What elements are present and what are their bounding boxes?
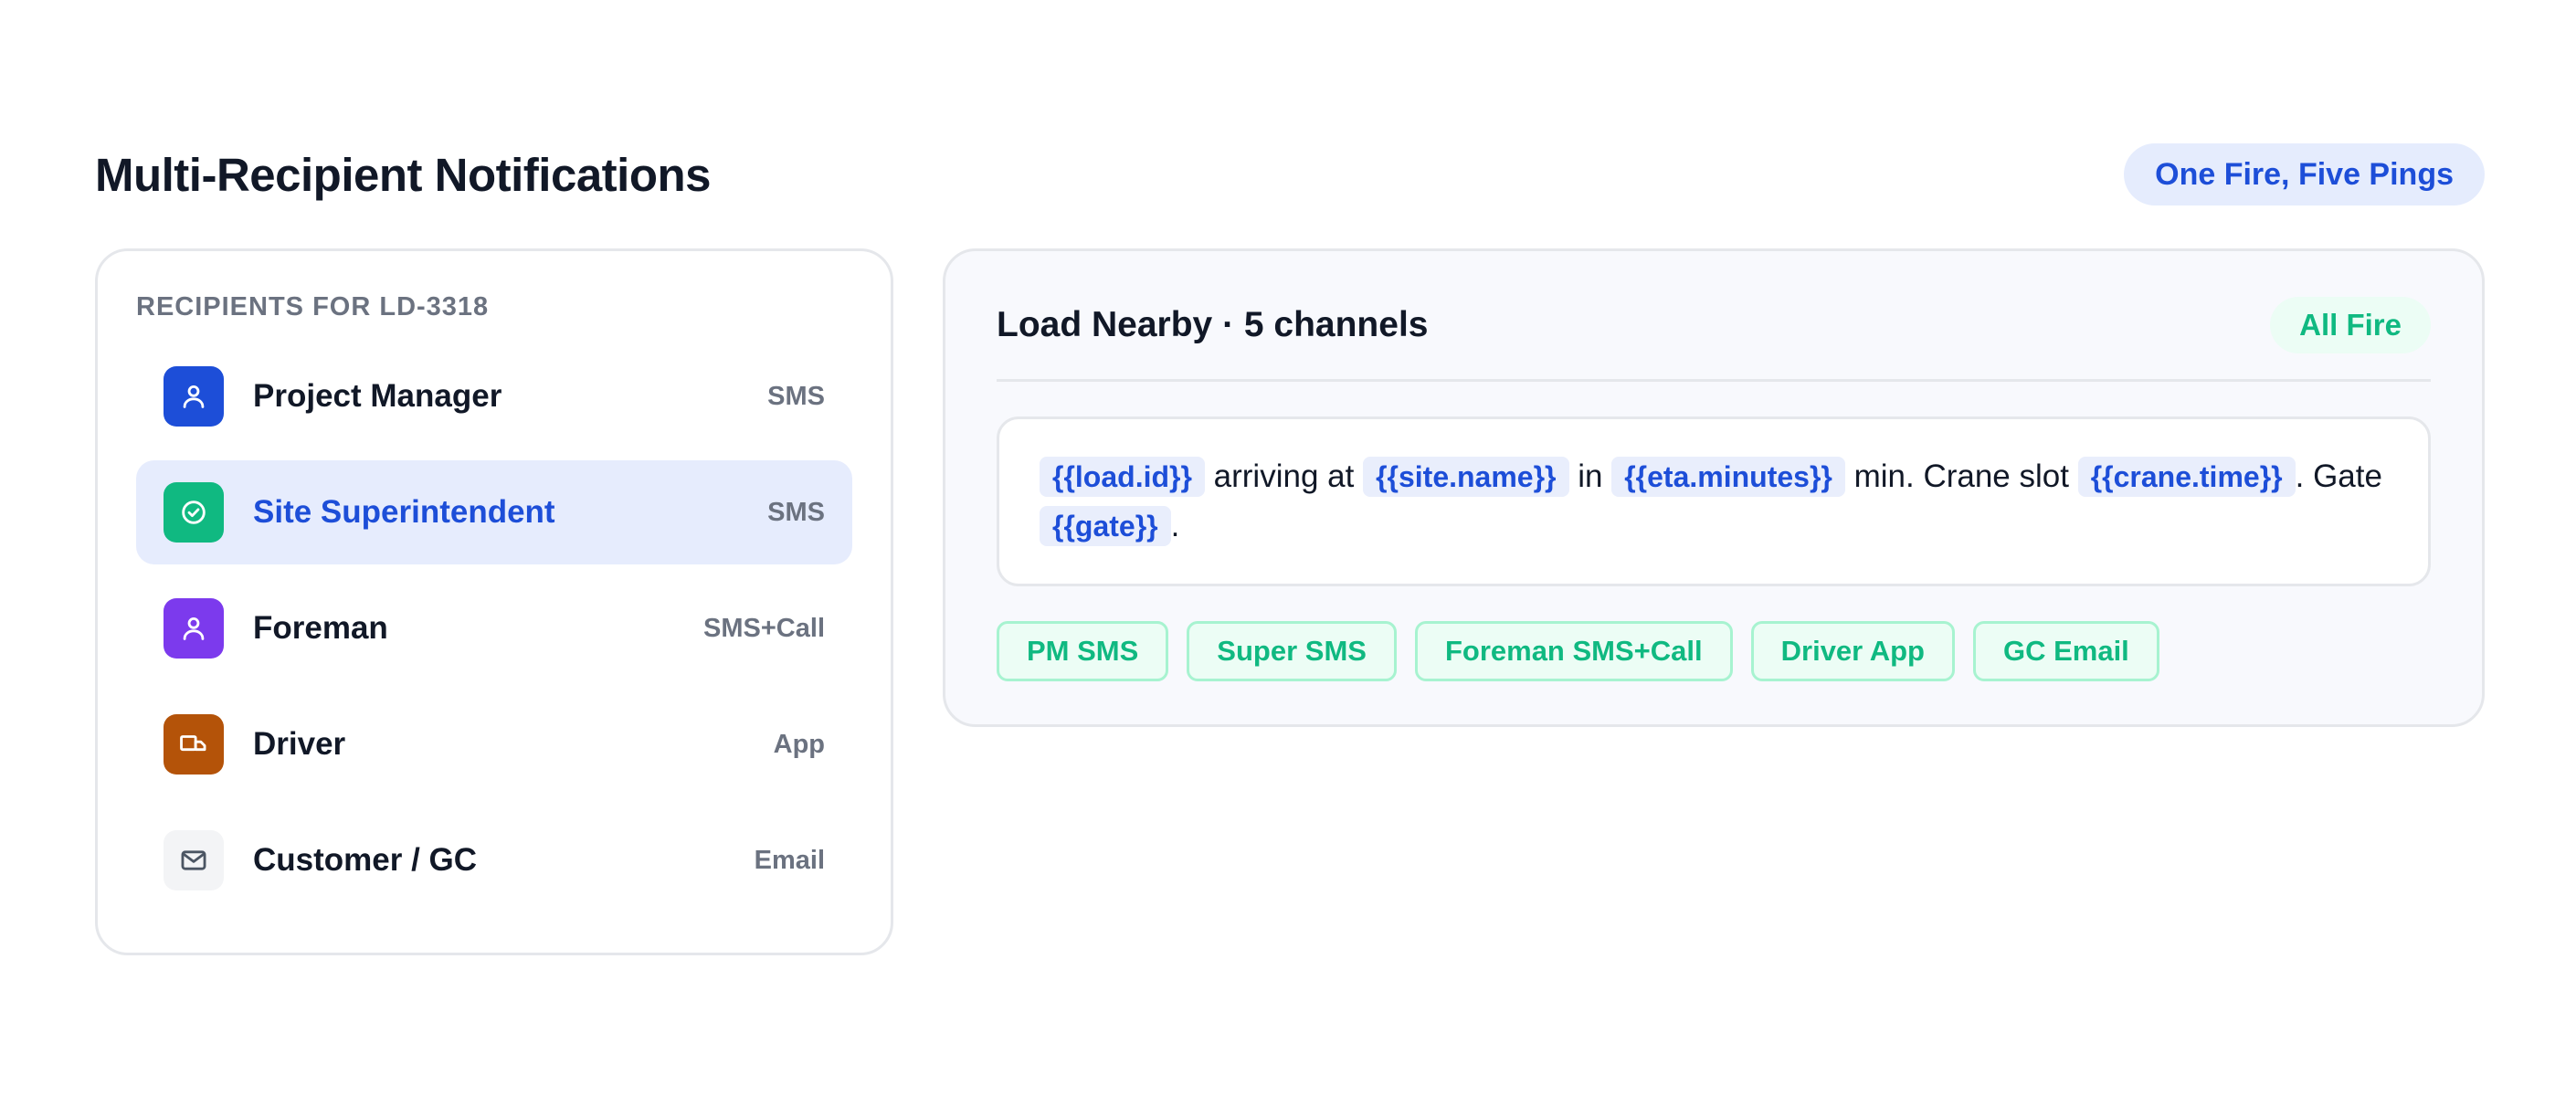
- recipient-name: Site Superintendent: [253, 494, 555, 530]
- template-variable: {{site.name}}: [1363, 457, 1569, 497]
- template-text: min. Crane slot: [1853, 458, 2069, 494]
- page-header: Multi-Recipient Notifications One Fire, …: [95, 137, 2485, 212]
- recipient-channel: App: [773, 729, 825, 759]
- recipient-row-customer-gc[interactable]: Customer / GC Email: [136, 808, 852, 912]
- template-variable: {{crane.time}}: [2077, 457, 2296, 497]
- recipient-channel: SMS: [767, 497, 825, 527]
- recipient-name: Customer / GC: [253, 842, 478, 878]
- status-badge: All Fire: [2270, 297, 2431, 353]
- template-text: Gate: [2313, 458, 2382, 494]
- recipient-name: Driver: [253, 726, 346, 762]
- divider: [997, 379, 2431, 382]
- recipient-channel: SMS: [767, 381, 825, 411]
- template-variable: {{load.id}}: [1040, 457, 1205, 497]
- summary-badge: One Fire, Five Pings: [2124, 143, 2485, 206]
- template-text: in: [1578, 458, 1603, 494]
- recipient-row-site-superintendent[interactable]: Site Superintendent SMS: [136, 460, 852, 564]
- template-text: .: [1170, 508, 1180, 543]
- check-circle-icon: [164, 482, 224, 543]
- message-title: Load Nearby · 5 channels: [997, 305, 1429, 344]
- channel-tag-gc-email: GC Email: [1972, 621, 2159, 681]
- recipients-heading: RECIPIENTS FOR LD-3318: [136, 291, 490, 321]
- recipient-channel: SMS+Call: [703, 613, 825, 643]
- channel-tag-driver-app: Driver App: [1750, 621, 1955, 681]
- recipients-panel: RECIPIENTS FOR LD-3318 Project Manager S…: [95, 248, 893, 955]
- person-icon: [164, 598, 224, 659]
- message-header: Load Nearby · 5 channels All Fire: [997, 297, 2431, 353]
- recipient-row-foreman[interactable]: Foreman SMS+Call: [136, 576, 852, 680]
- recipient-row-driver[interactable]: Driver App: [136, 692, 852, 796]
- channel-tag-super-sms: Super SMS: [1187, 621, 1397, 681]
- message-preview-panel: Load Nearby · 5 channels All Fire {{load…: [943, 248, 2485, 727]
- page-title: Multi-Recipient Notifications: [95, 148, 712, 201]
- channel-tag-foreman-sms-call: Foreman SMS+Call: [1414, 621, 1733, 681]
- recipient-row-project-manager[interactable]: Project Manager SMS: [136, 344, 852, 448]
- template-variable: {{eta.minutes}}: [1611, 457, 1845, 497]
- template-text: arriving at: [1213, 458, 1355, 494]
- message-template: {{load.id}} arriving at {{site.name}} in…: [997, 416, 2431, 586]
- template-variable: {{gate}}: [1040, 506, 1171, 546]
- truck-icon: [164, 714, 224, 775]
- channel-tag-pm-sms: PM SMS: [997, 621, 1169, 681]
- person-icon: [164, 366, 224, 427]
- mail-icon: [164, 830, 224, 890]
- recipient-channel: Email: [754, 845, 825, 875]
- channel-tags: PM SMS Super SMS Foreman SMS+Call Driver…: [997, 621, 2431, 681]
- recipient-name: Project Manager: [253, 378, 502, 414]
- template-text: .: [2295, 458, 2305, 494]
- recipient-name: Foreman: [253, 610, 388, 646]
